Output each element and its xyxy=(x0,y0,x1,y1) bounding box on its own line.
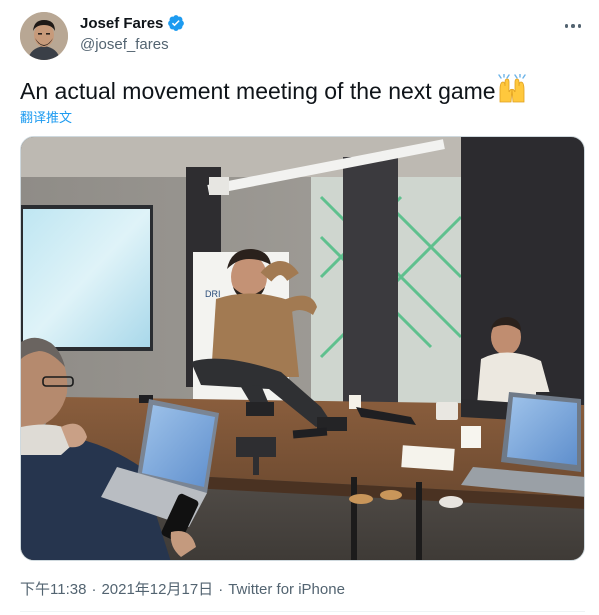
tweet-date[interactable]: 2021年12月17日 xyxy=(101,581,213,598)
translate-tweet-link[interactable]: 翻译推文 xyxy=(20,107,72,126)
photo-meeting-room: DRI xyxy=(21,137,584,560)
divider xyxy=(20,611,585,612)
more-dot xyxy=(571,24,575,28)
more-dot xyxy=(564,24,569,28)
verified-badge-icon xyxy=(167,14,185,32)
tweet-photo[interactable]: DRI xyxy=(20,136,585,561)
author-display-name[interactable]: Josef Fares xyxy=(80,15,163,32)
tweet-time[interactable]: 下午11:38 xyxy=(20,581,86,598)
raising-hands-emoji-icon xyxy=(497,73,527,104)
tweet-text: An actual movement meeting of the next g… xyxy=(20,73,527,106)
author-name-row[interactable]: Josef Fares xyxy=(80,14,185,32)
more-dot xyxy=(577,24,582,28)
svg-text:DRI: DRI xyxy=(205,289,221,299)
tweet-card: Josef Fares @josef_fares An actual movem… xyxy=(0,0,599,615)
more-options-icon[interactable] xyxy=(561,14,585,38)
meta-separator: · xyxy=(218,581,224,598)
meta-separator: · xyxy=(91,581,97,598)
avatar[interactable] xyxy=(20,12,68,60)
tweet-source-link[interactable]: Twitter for iPhone xyxy=(228,581,345,598)
author-handle[interactable]: @josef_fares xyxy=(80,36,169,53)
tweet-metadata: 下午11:38 · 2021年12月17日 · Twitter for iPhone xyxy=(20,578,345,599)
tweet-text-content: An actual movement meeting of the next g… xyxy=(20,78,496,104)
